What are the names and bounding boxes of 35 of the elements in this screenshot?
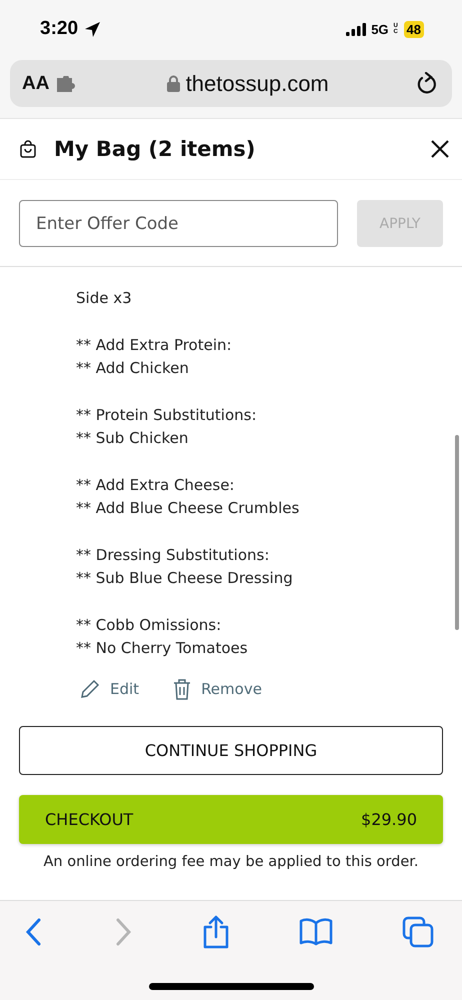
item-note: ** Add Blue Cheese Crumbles bbox=[76, 498, 300, 519]
reload-icon[interactable] bbox=[416, 72, 438, 96]
continue-shopping-button[interactable]: CONTINUE SHOPPING bbox=[19, 726, 443, 774]
text-size-button[interactable]: AA bbox=[22, 72, 50, 94]
lock-icon bbox=[166, 75, 180, 92]
shopping-bag-icon bbox=[20, 140, 36, 158]
item-note: ** Cobb Omissions: bbox=[76, 614, 222, 636]
book-icon[interactable] bbox=[299, 918, 333, 946]
clock-time: 3:20 bbox=[40, 18, 78, 40]
item-note: Side x3 bbox=[76, 288, 133, 309]
item-note: ** Add Extra Protein: bbox=[76, 334, 233, 356]
location-arrow-icon bbox=[84, 20, 102, 38]
network-type: 5G bbox=[371, 22, 389, 36]
fee-note: An online ordering fee may be applied to this order. bbox=[42, 854, 420, 870]
offer-code-field[interactable]: Enter Offer Code bbox=[19, 200, 338, 247]
checkout-button[interactable]: CHECKOUT $29.90 bbox=[19, 794, 443, 844]
item-note: ** Add Extra Cheese: bbox=[76, 474, 236, 496]
item-note: ** Add Chicken bbox=[76, 358, 190, 379]
tabs-icon[interactable] bbox=[402, 916, 434, 948]
edit-button[interactable]: Edit bbox=[80, 678, 140, 700]
item-note: ** Protein Substitutions: bbox=[76, 404, 258, 426]
item-note: ** No Cherry Tomatoes bbox=[76, 638, 249, 659]
battery-level: 48 bbox=[404, 20, 424, 38]
pencil-icon bbox=[80, 679, 100, 699]
item-note: ** Dressing Substitutions: bbox=[76, 544, 270, 566]
remove-button[interactable]: Remove bbox=[173, 678, 262, 700]
address-bar[interactable]: AA thetossup.com bbox=[10, 60, 452, 107]
trash-icon bbox=[173, 678, 192, 700]
url-text[interactable]: thetossup.com bbox=[186, 70, 329, 96]
item-note: ** Sub Chicken bbox=[76, 428, 190, 449]
close-button[interactable] bbox=[430, 139, 450, 159]
item-note: ** Sub Blue Cheese Dressing bbox=[76, 568, 294, 589]
signal-icon bbox=[346, 22, 366, 36]
share-icon[interactable] bbox=[202, 915, 230, 949]
bag-title: My Bag (2 items) bbox=[54, 137, 256, 161]
